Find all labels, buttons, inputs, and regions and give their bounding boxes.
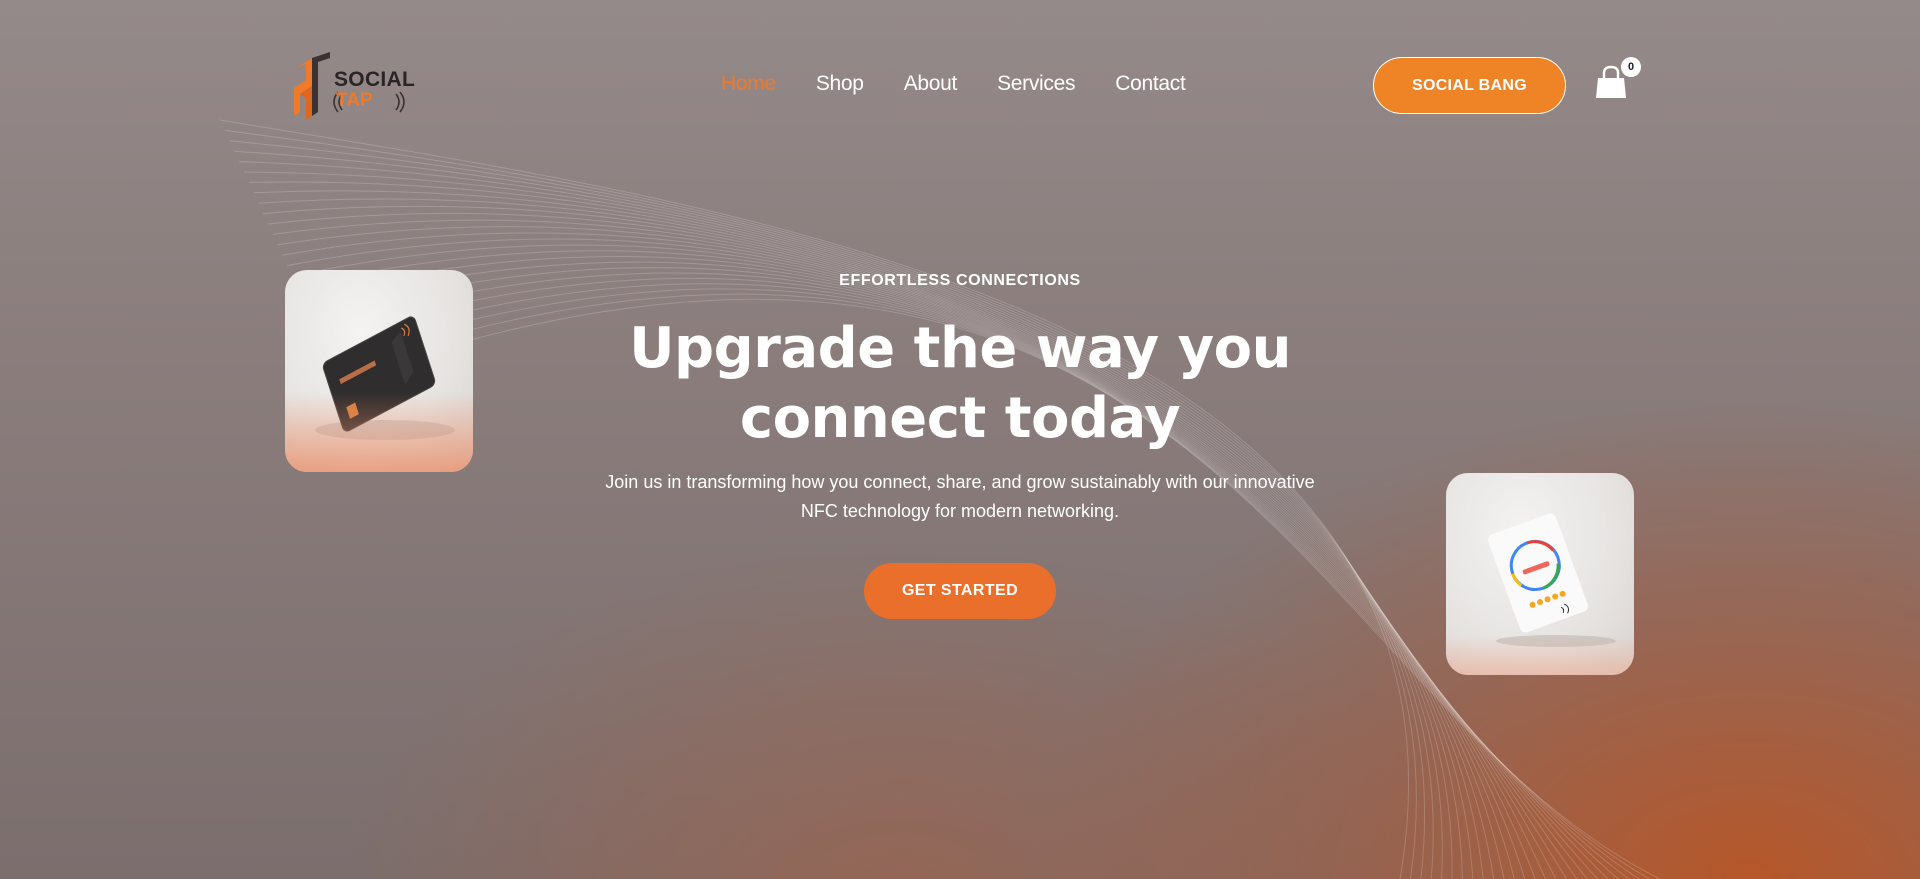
nav-item-contact[interactable]: Contact: [1115, 72, 1186, 96]
hero-headline: Upgrade the way you connect today: [560, 314, 1360, 454]
subtext-line-2: NFC technology for modern networking.: [800, 501, 1120, 521]
business-card-graphic: [315, 316, 455, 440]
headline-line-1: Upgrade the way you: [629, 316, 1291, 381]
social-tap-logo[interactable]: SOCIAL TAP: [292, 50, 416, 120]
nfc-business-card-image: [285, 270, 473, 472]
logo-text-social: SOCIAL: [334, 68, 416, 91]
main-nav: Home Shop About Services Contact: [721, 72, 1186, 96]
hero-subtext: Join us in transforming how you connect,…: [560, 468, 1360, 526]
google-review-card-image: [1446, 473, 1634, 675]
site-header: SOCIAL TAP Home Shop About Services Cont…: [0, 0, 1920, 170]
nav-item-about[interactable]: About: [904, 72, 958, 96]
social-bang-button[interactable]: SOCIAL BANG: [1373, 57, 1566, 114]
logo-mark-icon: [294, 52, 330, 120]
cart-count-badge: 0: [1621, 57, 1641, 77]
nav-item-home[interactable]: Home: [721, 72, 776, 96]
hero-eyebrow: EFFORTLESS CONNECTIONS: [839, 272, 1081, 289]
nav-item-shop[interactable]: Shop: [816, 72, 864, 96]
headline-line-2: connect today: [739, 386, 1181, 451]
nav-item-services[interactable]: Services: [997, 72, 1075, 96]
subtext-line-1: Join us in transforming how you connect,…: [605, 472, 1315, 492]
review-card-graphic: [1488, 513, 1616, 647]
logo-text-tap: TAP: [336, 90, 373, 111]
get-started-button[interactable]: GET STARTED: [864, 563, 1056, 619]
